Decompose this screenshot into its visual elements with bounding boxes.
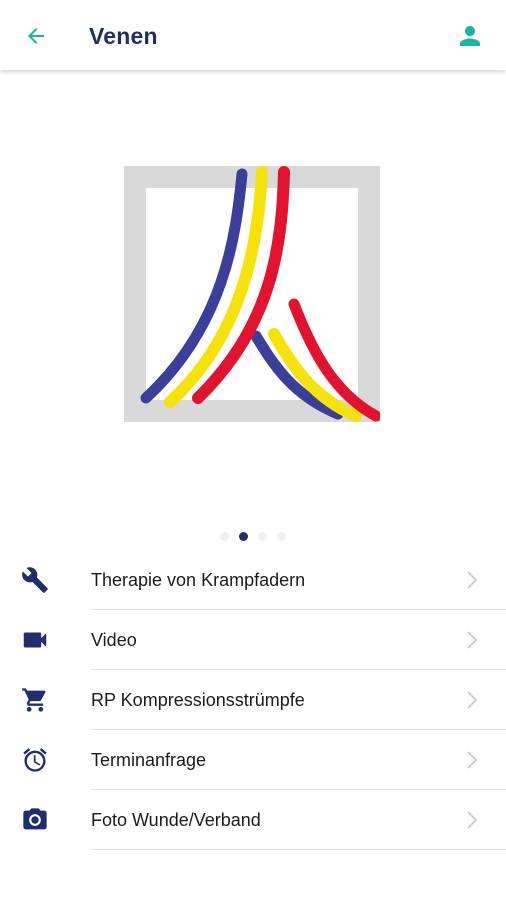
carousel-pagination [0,532,506,544]
menu-item-label: Therapie von Krampfadern [91,570,306,590]
chevron-right-icon [467,631,478,649]
menu-list: Therapie von Krampfadern Video RP Kompre… [0,550,506,850]
profile-button[interactable] [453,19,487,53]
video-camera-icon [20,625,50,655]
app-screen: Venen Therapie von Krampfadern Video RP … [0,0,506,900]
divider [91,849,506,850]
menu-item-label: Terminanfrage [91,750,207,770]
alarm-clock-icon [20,745,50,775]
vein-logo-image [124,166,380,422]
chevron-right-icon [467,751,478,769]
carousel-dot[interactable] [258,532,267,541]
menu-item-photo-wound[interactable]: Foto Wunde/Verband [0,790,506,850]
shopping-cart-icon [20,685,50,715]
carousel-dot-active[interactable] [239,532,248,541]
chevron-right-icon [467,571,478,589]
chevron-right-icon [467,811,478,829]
app-bar: Venen [0,0,506,70]
carousel-dot[interactable] [220,532,229,541]
menu-item-label: Video [91,630,137,650]
menu-item-compression-stockings[interactable]: RP Kompressionsstrümpfe [0,670,506,730]
chevron-right-icon [467,691,478,709]
menu-item-label: RP Kompressionsstrümpfe [91,690,305,710]
image-carousel[interactable] [0,70,506,550]
page-title: Venen [89,23,158,49]
back-button[interactable] [20,20,52,52]
person-icon [460,26,480,46]
arrow-left-icon [28,28,44,44]
carousel-dot[interactable] [277,532,286,541]
menu-item-label: Foto Wunde/Verband [91,810,261,830]
menu-item-appointment[interactable]: Terminanfrage [0,730,506,790]
menu-item-therapy[interactable]: Therapie von Krampfadern [0,550,506,610]
camera-icon [20,805,50,835]
menu-item-video[interactable]: Video [0,610,506,670]
wrench-icon [20,565,50,595]
